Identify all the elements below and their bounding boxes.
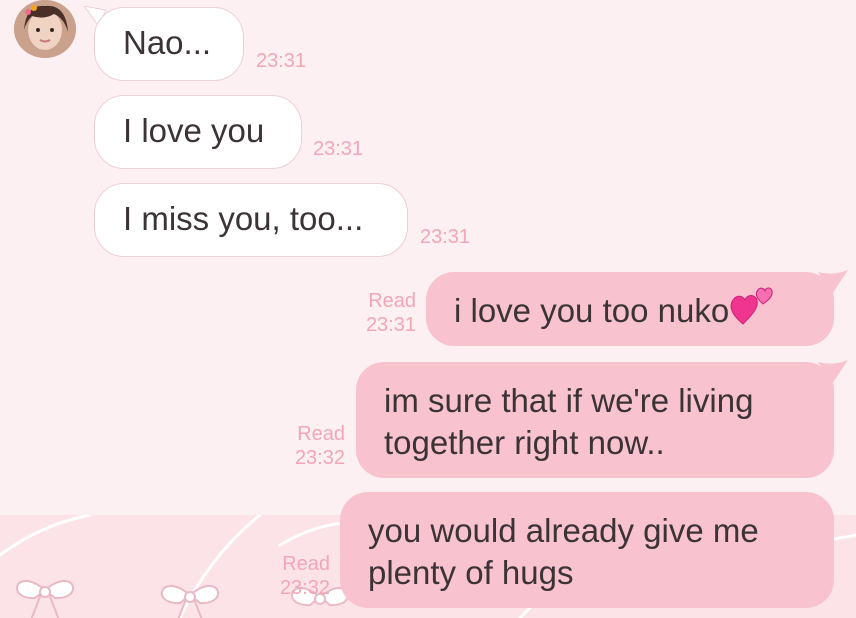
- message-timestamp: 23:32: [294, 447, 345, 469]
- message-timestamp: 23:31: [365, 314, 416, 336]
- two-hearts-icon: [729, 286, 775, 336]
- message-timestamp: 23:32: [279, 577, 330, 599]
- read-label: Read: [282, 553, 330, 575]
- read-receipt: Read 23:32: [258, 552, 330, 600]
- message-bubble-outgoing[interactable]: you would already give me plenty of hugs: [340, 492, 834, 608]
- message-bubble-incoming[interactable]: I miss you, too...: [94, 183, 408, 257]
- read-receipt: Read 23:32: [273, 422, 345, 470]
- message-text: I love you: [123, 112, 265, 149]
- read-receipt: Read 23:31: [344, 289, 416, 337]
- message-text: Nao...: [123, 24, 212, 61]
- message-text-line: plenty of hugs: [368, 554, 574, 591]
- message-text-line: you would already give me: [368, 512, 759, 549]
- avatar-photo: [14, 0, 76, 58]
- message-timestamp: 23:31: [313, 138, 364, 160]
- message-bubble-outgoing[interactable]: i love you too nuko: [426, 272, 834, 346]
- message-text: i love you too nuko: [454, 292, 730, 329]
- message-text: I miss you, too...: [123, 200, 364, 237]
- message-bubble-incoming[interactable]: I love you: [94, 95, 302, 169]
- message-bubble-incoming[interactable]: Nao...: [94, 7, 244, 81]
- read-label: Read: [297, 423, 345, 445]
- message-timestamp: 23:31: [420, 226, 471, 248]
- message-bubble-outgoing[interactable]: im sure that if we're living together ri…: [356, 362, 834, 478]
- avatar[interactable]: [14, 0, 76, 58]
- read-label: Read: [368, 290, 416, 312]
- message-text-line: im sure that if we're living: [384, 382, 754, 419]
- message-text-line: together right now..: [384, 424, 665, 461]
- message-timestamp: 23:31: [256, 50, 307, 72]
